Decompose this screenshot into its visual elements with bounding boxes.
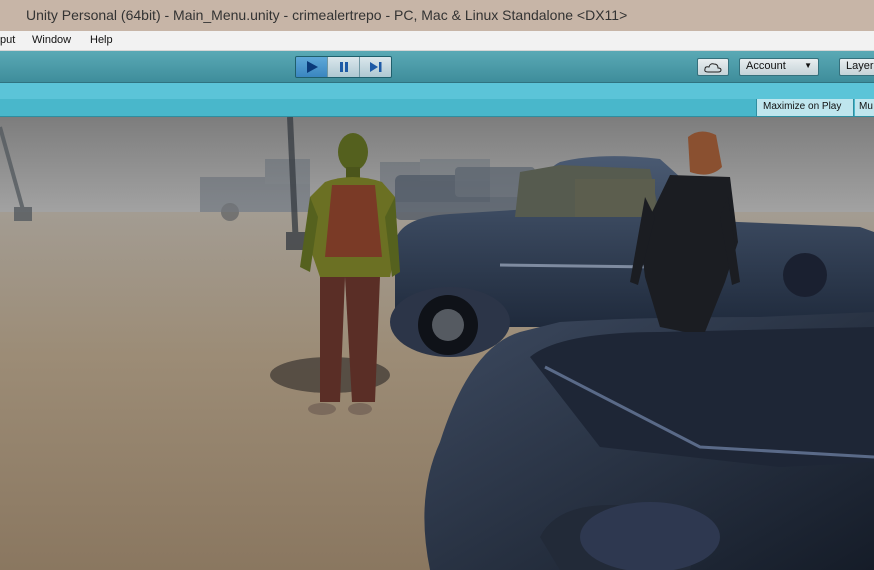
menu-item-help[interactable]: Help [90, 34, 113, 46]
step-icon [369, 58, 383, 77]
chevron-down-icon: ▼ [804, 61, 812, 70]
menu-bar: put Window Help [0, 31, 874, 51]
tab-strip [0, 83, 874, 99]
vintage-car [424, 312, 874, 570]
game-view-header: Maximize on Play Mu [0, 99, 874, 117]
play-button[interactable] [296, 57, 328, 77]
pause-icon [338, 58, 350, 77]
account-label: Account [746, 60, 786, 72]
cloud-icon [704, 58, 722, 77]
account-dropdown[interactable]: Account ▼ [739, 58, 819, 76]
playback-controls [295, 56, 392, 78]
pause-button[interactable] [328, 57, 360, 77]
play-icon [305, 58, 319, 77]
toolbar: Account ▼ Layer [0, 51, 874, 83]
maximize-on-play-label: Maximize on Play [763, 101, 842, 112]
menu-item-input[interactable]: put [0, 34, 15, 46]
layers-label: Layer [846, 60, 874, 72]
step-button[interactable] [360, 57, 391, 77]
menu-item-window[interactable]: Window [32, 34, 71, 46]
window-titlebar: Unity Personal (64bit) - Main_Menu.unity… [0, 0, 874, 31]
mute-audio-toggle[interactable]: Mu [855, 99, 874, 116]
game-view-scene[interactable] [0, 117, 874, 570]
layers-dropdown[interactable]: Layer [839, 58, 874, 76]
maximize-on-play-toggle[interactable]: Maximize on Play [756, 99, 854, 116]
mute-audio-label: Mu [859, 101, 873, 112]
scene-render [0, 117, 874, 570]
cloud-button[interactable] [697, 58, 729, 76]
window-title: Unity Personal (64bit) - Main_Menu.unity… [26, 7, 628, 23]
